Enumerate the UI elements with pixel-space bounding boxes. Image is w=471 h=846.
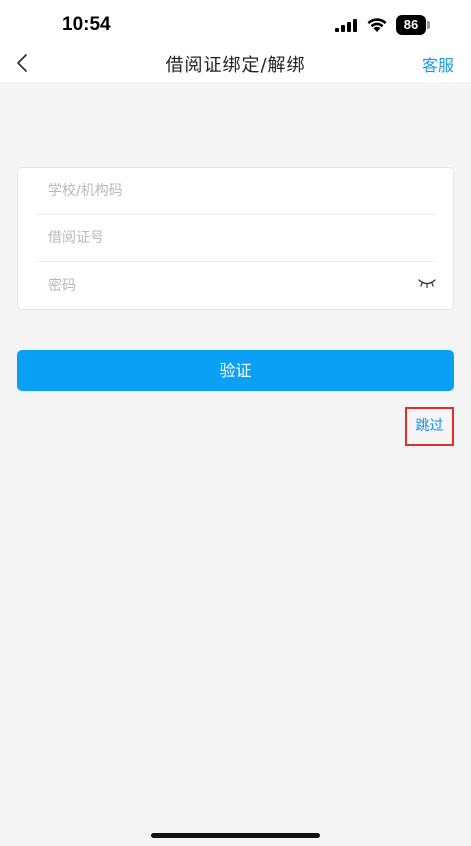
home-indicator — [151, 833, 320, 838]
signal-icon — [335, 19, 357, 32]
library-card-input[interactable] — [48, 225, 388, 251]
page-title: 借阅证绑定/解绑 — [165, 55, 306, 76]
battery-icon: 86 — [396, 15, 432, 35]
status-bar: 10:54 86 — [0, 0, 471, 48]
verify-button[interactable]: 验证 — [17, 350, 454, 391]
school-code-input[interactable] — [48, 178, 388, 204]
nav-bar: 借阅证绑定/解绑 客服 — [0, 48, 471, 82]
status-time: 10:54 — [62, 14, 111, 35]
password-input[interactable] — [48, 273, 388, 299]
skip-link[interactable]: 跳过 — [405, 407, 454, 446]
screen: 10:54 86 借阅证绑定/解绑 客服 学校/机构码 借阅证号 验证 跳过 — [0, 0, 471, 846]
eye-closed-icon[interactable] — [418, 277, 436, 289]
binding-form — [17, 167, 454, 310]
wifi-icon — [367, 18, 387, 32]
battery-level: 86 — [396, 15, 426, 35]
school-code-row — [36, 168, 436, 215]
library-card-row — [36, 215, 436, 262]
battery-cap — [427, 21, 430, 29]
password-row — [36, 263, 436, 310]
customer-service-link[interactable]: 客服 — [422, 52, 454, 76]
